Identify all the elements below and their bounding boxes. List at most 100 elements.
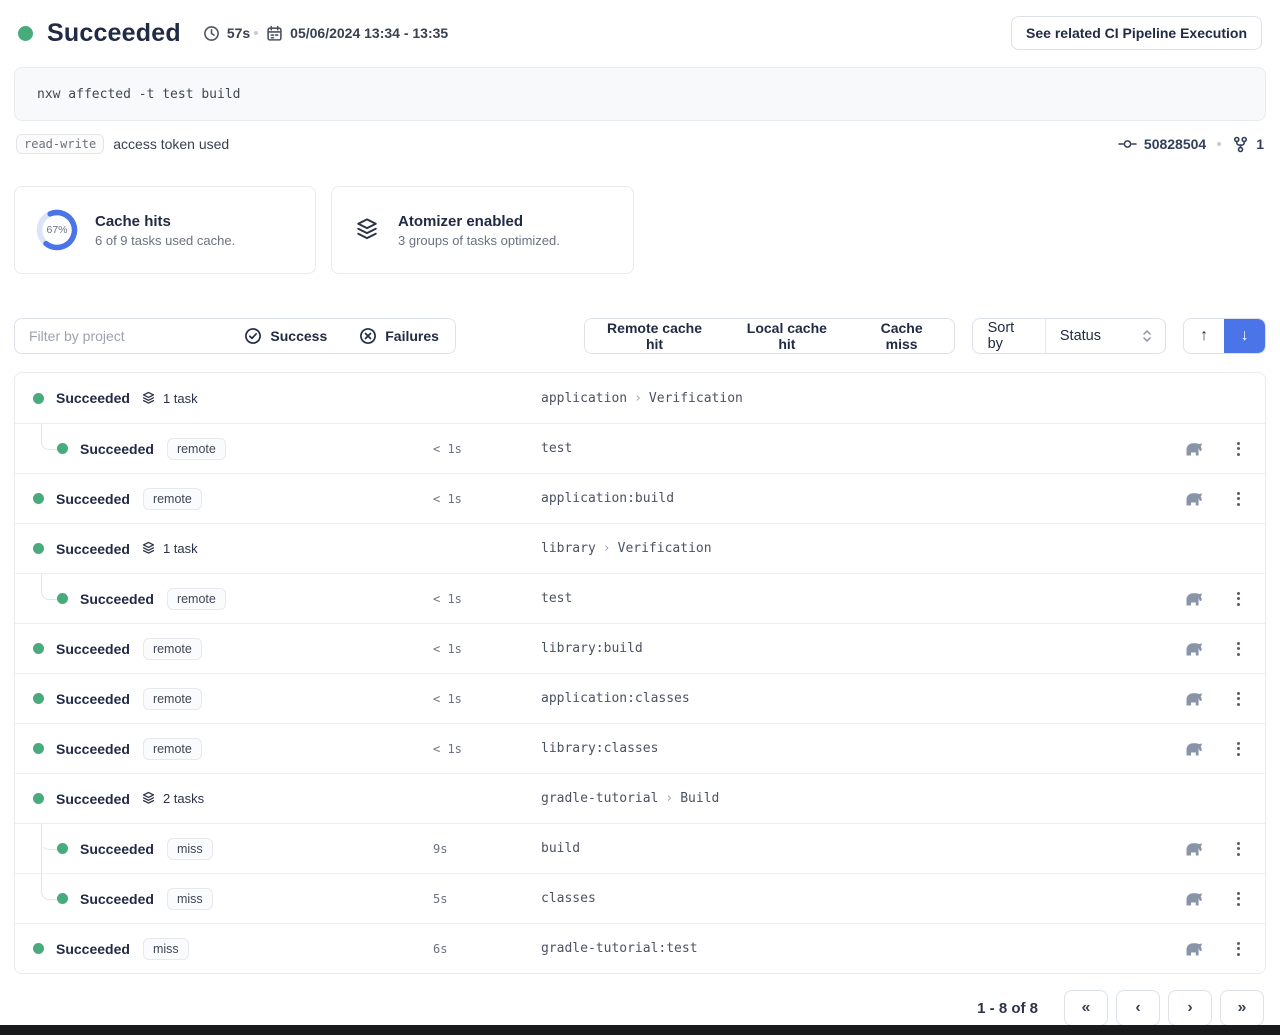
row-menu-button[interactable] xyxy=(1234,588,1243,610)
cache-hits-percent: 67% xyxy=(35,208,79,252)
status-dot xyxy=(57,593,68,604)
branch-count: 1 xyxy=(1256,136,1264,152)
row-menu-button[interactable] xyxy=(1234,438,1243,460)
task-duration: < 1s xyxy=(433,492,541,506)
gradle-elephant-icon[interactable] xyxy=(1183,941,1204,956)
task-group-row[interactable]: Succeeded 1 task library›Verification xyxy=(15,523,1265,573)
access-token-badge: read-write xyxy=(16,134,104,154)
sort-status-select[interactable]: Status xyxy=(1045,319,1165,353)
cache-hits-card: 67% Cache hits 6 of 9 tasks used cache. xyxy=(14,186,316,274)
status-dot xyxy=(57,893,68,904)
chevron-left-icon: ‹ xyxy=(1135,999,1140,1017)
task-name: gradle-tutorial:test xyxy=(541,941,1183,956)
double-chevron-left-icon: « xyxy=(1082,999,1091,1017)
arrow-up-icon: ↑ xyxy=(1200,327,1208,345)
row-menu-button[interactable] xyxy=(1234,838,1243,860)
summary-cards: 67% Cache hits 6 of 9 tasks used cache. … xyxy=(14,186,1266,274)
run-date-range: 05/06/2024 13:34 - 13:35 xyxy=(266,25,448,42)
gradle-elephant-icon[interactable] xyxy=(1183,891,1204,906)
cache-badge: remote xyxy=(143,638,202,660)
task-duration: 5s xyxy=(433,892,541,906)
cache-hits-donut: 67% xyxy=(35,208,79,252)
calendar-icon xyxy=(266,25,283,42)
task-row[interactable]: Succeeded miss 6s gradle-tutorial:test xyxy=(15,923,1265,973)
sort-control: Sort by Status xyxy=(972,318,1166,354)
task-row[interactable]: Succeeded miss 5s classes xyxy=(15,873,1265,923)
gradle-elephant-icon[interactable] xyxy=(1183,441,1204,456)
task-name: application:classes xyxy=(541,691,1183,706)
task-row[interactable]: Succeeded remote < 1s application:classe… xyxy=(15,673,1265,723)
project-path: application›Verification xyxy=(541,391,1249,406)
layers-icon xyxy=(140,790,157,807)
x-circle-icon xyxy=(359,327,377,345)
meta-separator xyxy=(1217,142,1221,146)
cache-miss-button[interactable]: Cache miss xyxy=(850,319,954,353)
gradle-elephant-icon[interactable] xyxy=(1183,741,1204,756)
task-name: classes xyxy=(541,891,1183,906)
status-dot xyxy=(33,543,44,554)
project-filter-group: Success Failures xyxy=(14,318,456,354)
cache-hits-title: Cache hits xyxy=(95,213,235,230)
task-row[interactable]: Succeeded miss 9s build xyxy=(15,823,1265,873)
project-path: library›Verification xyxy=(541,541,1249,556)
row-menu-button[interactable] xyxy=(1234,638,1243,660)
row-menu-button[interactable] xyxy=(1234,738,1243,760)
page-range-label: 1 - 8 of 8 xyxy=(977,1000,1038,1017)
task-name: build xyxy=(541,841,1183,856)
layers-icon xyxy=(140,390,157,407)
row-menu-button[interactable] xyxy=(1234,688,1243,710)
row-menu-button[interactable] xyxy=(1234,888,1243,910)
run-detail-page: Succeeded 57s 05/06/2024 13:34 - 13:35 S… xyxy=(0,0,1280,1035)
task-row[interactable]: Succeeded remote < 1s library:classes xyxy=(15,723,1265,773)
cache-badge: remote xyxy=(143,488,202,510)
row-menu-button[interactable] xyxy=(1234,938,1243,960)
remote-cache-hit-button[interactable]: Remote cache hit xyxy=(585,319,724,353)
sort-by-label: Sort by xyxy=(973,319,1045,353)
layers-icon xyxy=(140,540,157,557)
task-group-row[interactable]: Succeeded 1 task application›Verificatio… xyxy=(15,373,1265,423)
last-page-button[interactable]: » xyxy=(1220,990,1264,1026)
gradle-elephant-icon[interactable] xyxy=(1183,491,1204,506)
task-duration: < 1s xyxy=(433,742,541,756)
clock-icon xyxy=(203,25,220,42)
gradle-elephant-icon[interactable] xyxy=(1183,691,1204,706)
task-name: test xyxy=(541,591,1183,606)
sort-ascending-button[interactable]: ↑ xyxy=(1184,319,1225,353)
task-row[interactable]: Succeeded remote < 1s test xyxy=(15,423,1265,473)
task-name: test xyxy=(541,441,1183,456)
task-row[interactable]: Succeeded remote < 1s application:build xyxy=(15,473,1265,523)
task-group-row[interactable]: Succeeded 2 tasks gradle-tutorial›Build xyxy=(15,773,1265,823)
first-page-button[interactable]: « xyxy=(1064,990,1108,1026)
related-ci-pipeline-button[interactable]: See related CI Pipeline Execution xyxy=(1011,16,1262,50)
success-filter-button[interactable]: Success xyxy=(228,319,343,353)
meta-separator xyxy=(254,31,258,35)
next-page-button[interactable]: › xyxy=(1168,990,1212,1026)
gradle-elephant-icon[interactable] xyxy=(1183,591,1204,606)
previous-page-button[interactable]: ‹ xyxy=(1116,990,1160,1026)
gradle-elephant-icon[interactable] xyxy=(1183,841,1204,856)
filter-by-project-input[interactable] xyxy=(15,319,228,353)
run-status-dot xyxy=(18,26,33,41)
gradle-elephant-icon[interactable] xyxy=(1183,641,1204,656)
chevron-right-icon: › xyxy=(1187,999,1192,1017)
cache-badge: remote xyxy=(143,738,202,760)
task-row[interactable]: Succeeded remote < 1s test xyxy=(15,573,1265,623)
task-list: Succeeded 1 task application›Verificatio… xyxy=(14,372,1266,974)
row-menu-button[interactable] xyxy=(1234,488,1243,510)
branch-icon xyxy=(1232,136,1249,153)
failures-filter-button[interactable]: Failures xyxy=(343,319,455,353)
task-row[interactable]: Succeeded remote < 1s library:build xyxy=(15,623,1265,673)
task-count: 1 task xyxy=(163,541,198,556)
commit-id-link[interactable]: 50828504 xyxy=(1144,136,1206,152)
cache-badge: remote xyxy=(167,588,226,610)
select-chevrons-icon xyxy=(1141,329,1153,343)
sort-descending-button[interactable]: ↓ xyxy=(1224,319,1265,353)
task-duration: 9s xyxy=(433,842,541,856)
token-row: read-write access token used 50828504 1 xyxy=(16,134,1264,154)
arrow-down-icon: ↓ xyxy=(1241,327,1249,345)
check-circle-icon xyxy=(244,327,262,345)
filter-bar: Success Failures Remote cache hit Local … xyxy=(14,318,1266,354)
local-cache-hit-button[interactable]: Local cache hit xyxy=(724,319,850,353)
cache-badge: miss xyxy=(143,938,189,960)
bottom-edge-bar xyxy=(0,1025,1280,1035)
